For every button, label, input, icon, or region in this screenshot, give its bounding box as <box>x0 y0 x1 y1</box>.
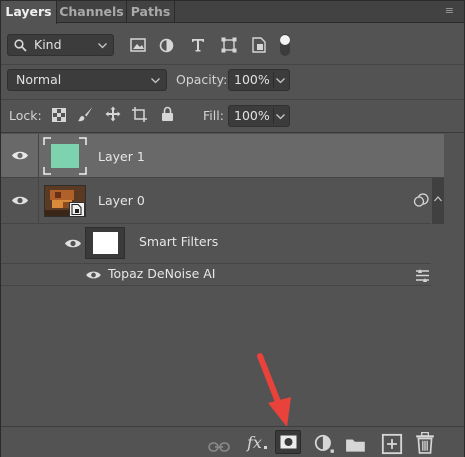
filter-mask-fill <box>93 232 118 254</box>
lock-transparent-pixels-icon[interactable] <box>52 108 66 122</box>
pixel-filter-icon[interactable] <box>130 38 146 52</box>
layer-row-layer-0[interactable]: Layer 0 <box>1 178 431 224</box>
trash-icon[interactable] <box>414 432 436 454</box>
opacity-label: Opacity: <box>176 72 228 87</box>
layer-thumbnail[interactable] <box>44 185 86 217</box>
link-layers-icon[interactable] <box>208 436 230 457</box>
eye-icon[interactable] <box>85 270 102 280</box>
divider <box>1 64 464 65</box>
fx-menu-dot <box>264 446 267 449</box>
layers-bottom-toolbar: fx <box>1 426 464 457</box>
add-mask-button[interactable] <box>275 430 301 454</box>
opacity-field[interactable]: 100% <box>228 69 290 91</box>
layer-row-smart-filters[interactable]: Smart Filters <box>1 224 431 264</box>
scroll-up-icon[interactable] <box>434 196 442 202</box>
search-icon <box>14 39 27 52</box>
lock-all-icon[interactable] <box>161 106 174 122</box>
visibility-cell[interactable] <box>1 178 39 223</box>
panel-tab-bar: Layers Channels Paths ≡ <box>1 1 464 24</box>
blend-mode-value: Normal <box>16 72 62 87</box>
add-mask-icon[interactable] <box>280 435 297 449</box>
layer-name[interactable]: Topaz DeNoise AI <box>108 266 216 281</box>
divider <box>1 132 464 133</box>
tab-channels[interactable]: Channels <box>57 1 127 23</box>
layer-name[interactable]: Layer 0 <box>98 193 145 208</box>
tab-layers[interactable]: Layers <box>1 1 57 24</box>
red-arrow-annotation <box>257 353 291 427</box>
chevron-down-icon[interactable] <box>276 78 285 84</box>
divider <box>1 99 464 100</box>
eye-icon[interactable] <box>11 150 29 161</box>
divider <box>273 108 274 124</box>
smart-filter-indicator-icon[interactable] <box>413 193 429 207</box>
layer-row-topaz-denoise[interactable]: Topaz DeNoise AI <box>1 264 431 286</box>
filter-toggle-icon[interactable] <box>279 33 291 57</box>
layer-thumbnail[interactable] <box>43 137 87 175</box>
new-layer-icon[interactable] <box>381 433 403 455</box>
eye-icon[interactable] <box>64 238 82 249</box>
eye-icon[interactable] <box>11 195 29 206</box>
lock-artboard-icon[interactable] <box>131 106 148 123</box>
fill-label: Fill: <box>203 108 224 123</box>
fill-field[interactable]: 100% <box>228 105 290 127</box>
chevron-down-icon <box>98 43 107 49</box>
fx-icon[interactable]: fx <box>247 433 262 452</box>
lock-position-icon[interactable] <box>105 106 121 122</box>
adjustment-filter-icon[interactable] <box>159 38 174 53</box>
layer-name[interactable]: Smart Filters <box>139 234 218 249</box>
layer-list: Layer 1 Layer 0 Smart Filters Topaz DeNo… <box>1 134 464 426</box>
kind-filter-select[interactable]: Kind <box>7 34 114 56</box>
layer-thumbnail-fill <box>51 144 79 168</box>
lock-label: Lock: <box>9 108 42 123</box>
blend-mode-select[interactable]: Normal <box>7 69 167 91</box>
kind-filter-label: Kind <box>34 37 62 52</box>
opacity-value[interactable]: 100% <box>234 70 270 90</box>
smart-object-filter-icon[interactable] <box>252 37 266 53</box>
layer-name[interactable]: Layer 1 <box>98 149 145 164</box>
layers-panel: Layers Channels Paths ≡ Kind Normal Opac… <box>0 0 465 457</box>
adjustment-layer-icon[interactable] <box>313 433 335 455</box>
smart-object-badge-icon <box>69 202 85 216</box>
layer-row-layer-1[interactable]: Layer 1 <box>1 134 444 178</box>
chevron-down-icon[interactable] <box>276 114 285 120</box>
type-filter-icon[interactable] <box>191 38 205 52</box>
indent-cell <box>1 224 39 263</box>
visibility-cell[interactable] <box>1 134 39 177</box>
tab-paths[interactable]: Paths <box>127 1 175 23</box>
lock-image-pixels-icon[interactable] <box>77 106 94 123</box>
fill-value[interactable]: 100% <box>234 106 270 126</box>
panel-menu-icon[interactable]: ≡ <box>445 4 454 17</box>
group-folder-icon[interactable] <box>345 434 367 456</box>
filter-mask-thumbnail[interactable] <box>85 227 125 259</box>
shape-filter-icon[interactable] <box>221 37 237 53</box>
filter-blending-options-icon[interactable] <box>415 269 430 282</box>
divider <box>273 72 274 88</box>
scrollbar[interactable] <box>432 178 444 224</box>
chevron-down-icon <box>151 78 160 84</box>
